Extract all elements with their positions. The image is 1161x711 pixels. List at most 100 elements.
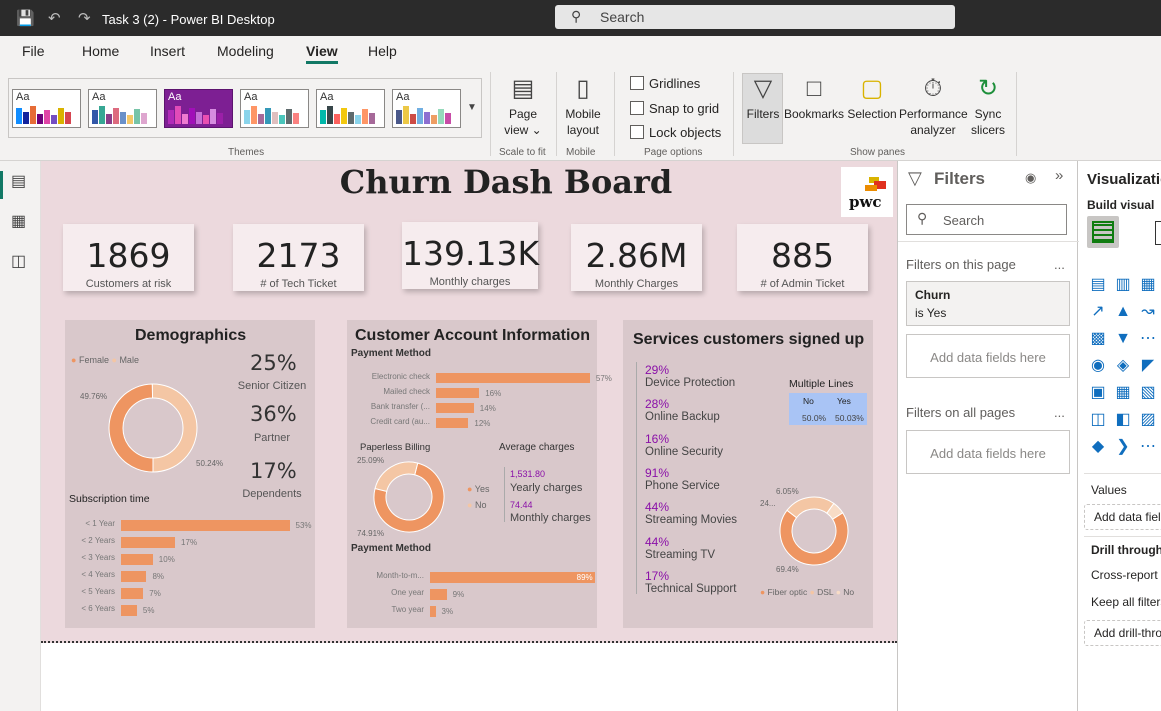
- lock-objects-checkbox[interactable]: Lock objects: [630, 125, 721, 140]
- gender-donut[interactable]: [105, 380, 201, 476]
- kpi-customers-at-risk[interactable]: 1869 Customers at risk: [63, 224, 194, 291]
- visual-type-icon[interactable]: ◆: [1088, 437, 1108, 457]
- menu-help[interactable]: Help: [368, 43, 397, 59]
- bar[interactable]: [436, 388, 480, 398]
- menu-file[interactable]: File: [22, 43, 45, 59]
- bar[interactable]: [436, 418, 469, 428]
- visual-type-icon[interactable]: ▦: [1113, 383, 1133, 403]
- kpi-monthly-charges-total[interactable]: 2.86M Monthly Charges: [571, 224, 702, 291]
- visual-type-icon[interactable]: ▩: [1088, 329, 1108, 349]
- sync-slicers-button[interactable]: ↻ Sync slicers: [968, 72, 1008, 138]
- title-search-box[interactable]: ⚲ Search: [555, 5, 955, 29]
- visual-type-icon[interactable]: ↗: [1088, 302, 1108, 322]
- demographics-panel[interactable]: Demographics ● Female ● Male 49.76% 50.2…: [65, 320, 315, 628]
- page-view-button[interactable]: ▤ Page view ⌄: [500, 72, 546, 138]
- cross-report-toggle[interactable]: Cross-report: [1091, 568, 1158, 582]
- mobile-layout-button[interactable]: ▯ Mobile layout: [562, 72, 604, 138]
- redo-icon[interactable]: ↷: [78, 9, 91, 27]
- theme-swatch-3-selected[interactable]: Aa: [164, 89, 233, 128]
- visual-type-icon[interactable]: ▤: [1088, 275, 1108, 295]
- kpi-admin-tickets[interactable]: 885 # of Admin Ticket: [737, 224, 868, 291]
- theme-swatch-1[interactable]: Aa: [12, 89, 81, 128]
- snap-to-grid-checkbox[interactable]: Snap to grid: [630, 101, 719, 116]
- filters-pane-button[interactable]: ▽ Filters: [743, 72, 783, 122]
- visual-type-icon[interactable]: ❯: [1113, 437, 1133, 457]
- visual-type-icon[interactable]: ⋯: [1138, 329, 1158, 349]
- menu-insert[interactable]: Insert: [150, 43, 185, 59]
- internet-service-donut[interactable]: [778, 495, 850, 567]
- add-fields-page-dropzone[interactable]: Add data fields here: [906, 334, 1070, 378]
- format-visual-tab[interactable]: [1155, 221, 1161, 245]
- bar[interactable]: [121, 605, 137, 616]
- kpi-tech-tickets[interactable]: 2173 # of Tech Ticket: [233, 224, 364, 291]
- show-panes-label: Show panes: [850, 147, 906, 158]
- bookmarks-pane-button[interactable]: □ Bookmarks: [784, 72, 844, 122]
- bar[interactable]: [121, 520, 290, 531]
- drill-through-dropzone[interactable]: Add drill-through fields here: [1084, 620, 1161, 646]
- filters-search-input[interactable]: ⚲ Search: [906, 204, 1067, 235]
- mobile-phone-icon: ▯: [576, 75, 590, 102]
- visual-type-icon[interactable]: ◈: [1113, 356, 1133, 376]
- account-info-panel[interactable]: Customer Account Information Payment Met…: [347, 320, 612, 628]
- donut-slice-no[interactable]: [374, 461, 419, 493]
- bar[interactable]: [436, 403, 474, 413]
- canvas-whitespace: [41, 644, 897, 711]
- bar[interactable]: [430, 572, 595, 583]
- bar[interactable]: [430, 589, 447, 600]
- undo-icon[interactable]: ↶: [48, 9, 61, 27]
- paperless-donut[interactable]: [372, 460, 446, 534]
- bar[interactable]: [430, 606, 436, 617]
- visual-type-icon[interactable]: ▼: [1113, 329, 1133, 349]
- visual-type-icon[interactable]: ▧: [1138, 383, 1158, 403]
- bar[interactable]: [121, 588, 144, 599]
- collapse-icon[interactable]: »: [1055, 167, 1063, 184]
- report-view-icon[interactable]: ▤: [11, 171, 26, 191]
- save-icon[interactable]: 💾: [16, 9, 35, 27]
- donut-slice-fiber-optic[interactable]: [779, 509, 849, 566]
- donut-slice-male[interactable]: [151, 383, 198, 473]
- values-dropzone[interactable]: Add data fields here: [1084, 504, 1161, 530]
- donut-slice-dsl[interactable]: [786, 496, 835, 519]
- selection-pane-button[interactable]: ▢ Selection: [846, 72, 898, 122]
- kpi-monthly-charges[interactable]: 139.13K Monthly charges: [402, 222, 539, 289]
- more-options-icon[interactable]: ...: [1054, 257, 1065, 272]
- keep-all-filters-toggle[interactable]: Keep all filters: [1091, 595, 1161, 609]
- visual-type-icon[interactable]: ▣: [1088, 383, 1108, 403]
- bar[interactable]: [436, 373, 590, 383]
- add-fields-all-dropzone[interactable]: Add data fields here: [906, 430, 1070, 474]
- bar-value-label: 7%: [149, 589, 161, 598]
- visual-type-icon[interactable]: ▲: [1113, 302, 1133, 322]
- model-view-icon[interactable]: ◫: [11, 251, 26, 271]
- multiple-lines-table[interactable]: No Yes 50.0% 50.03%: [789, 393, 867, 425]
- menu-home[interactable]: Home: [82, 43, 119, 59]
- visual-type-icon[interactable]: ▨: [1138, 410, 1158, 430]
- build-visual-tab[interactable]: [1087, 216, 1119, 248]
- visual-type-icon[interactable]: ↝: [1138, 302, 1158, 322]
- theme-swatch-4[interactable]: Aa: [240, 89, 309, 128]
- eye-icon[interactable]: ◉: [1025, 170, 1036, 186]
- churn-filter-card[interactable]: Churn is Yes: [906, 281, 1070, 326]
- theme-swatch-2[interactable]: Aa: [88, 89, 157, 128]
- chevron-down-icon[interactable]: ▼: [467, 102, 477, 113]
- pane-divider: [1084, 536, 1161, 537]
- visual-type-icon[interactable]: ⋯: [1138, 437, 1158, 457]
- bar[interactable]: [121, 537, 176, 548]
- table-view-icon[interactable]: ▦: [11, 211, 26, 231]
- visual-type-icon[interactable]: ◉: [1088, 356, 1108, 376]
- visual-type-icon[interactable]: ◫: [1088, 410, 1108, 430]
- more-options-icon[interactable]: ...: [1054, 405, 1065, 420]
- services-panel[interactable]: Services customers signed up 29% Device P…: [623, 320, 873, 628]
- visual-type-icon[interactable]: ▦: [1138, 275, 1158, 295]
- gridlines-checkbox[interactable]: Gridlines: [630, 76, 700, 91]
- menu-modeling[interactable]: Modeling: [217, 43, 274, 59]
- visual-type-icon[interactable]: ◤: [1138, 356, 1158, 376]
- performance-analyzer-button[interactable]: ⏱ Performance analyzer: [899, 72, 968, 138]
- visual-type-icon[interactable]: ◧: [1113, 410, 1133, 430]
- theme-swatch-5[interactable]: Aa: [316, 89, 385, 128]
- theme-swatch-6[interactable]: Aa: [392, 89, 461, 128]
- visual-type-icon[interactable]: ▥: [1113, 275, 1133, 295]
- donut-slice-female[interactable]: [108, 383, 154, 473]
- bar[interactable]: [121, 554, 153, 565]
- menu-view[interactable]: View: [306, 43, 338, 59]
- bar[interactable]: [121, 571, 147, 582]
